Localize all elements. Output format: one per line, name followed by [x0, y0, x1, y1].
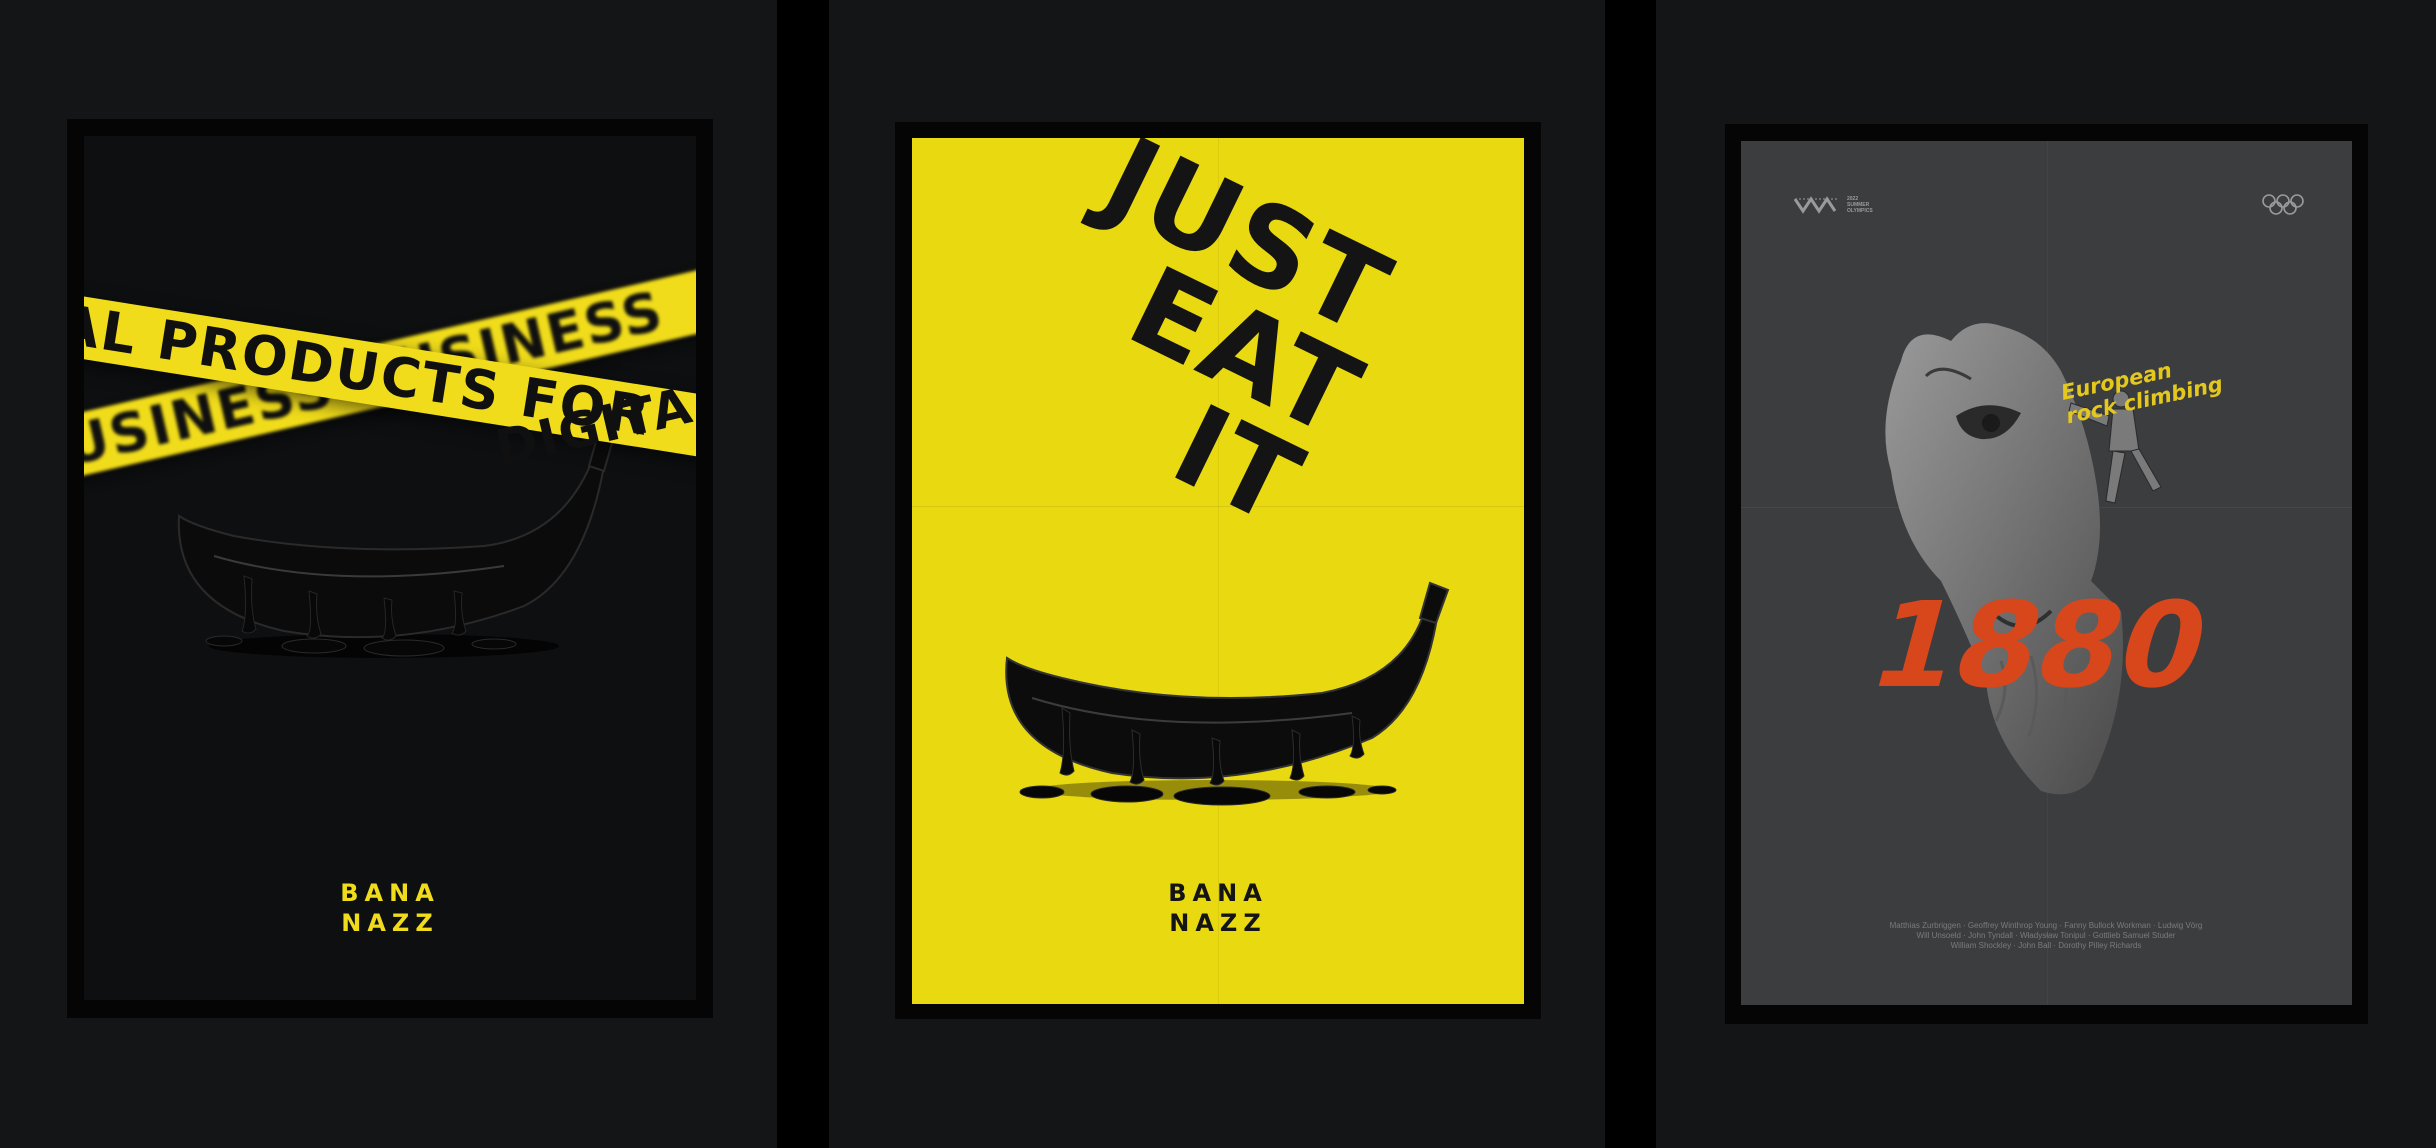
credits-line-1: Matthias Zurbriggen · Geoffrey Winthrop … — [1889, 921, 2203, 930]
logo-line-1: BANA — [1168, 879, 1268, 907]
poster-caution-tape: BUSINESS BUSINESS AL PRODUCTS FOR DIGITA… — [84, 136, 696, 1000]
poster-frame: JUST EAT IT BANA NAZZ — [895, 122, 1541, 1019]
credits: Matthias Zurbriggen · Geoffrey Winthrop … — [1801, 921, 2291, 951]
logo-line-2: NAZZ — [1169, 909, 1267, 937]
poster-panel-2: JUST EAT IT BANA NAZZ — [829, 0, 1605, 1148]
year-text: 1880 — [1857, 578, 2222, 715]
credits-line-3: William Shockley · John Ball · Dorothy P… — [1950, 941, 2142, 950]
black-banana-illustration — [177, 429, 616, 658]
poster-panel-3: 2022 SUMMER OLYMPICS 1880 European rock … — [1656, 0, 2436, 1148]
bananazz-logo: BANA NAZZ — [320, 878, 460, 938]
bananazz-logo: BANA NAZZ — [1148, 878, 1288, 938]
poster-just-eat-it: JUST EAT IT BANA NAZZ — [912, 138, 1524, 1004]
credits-line-2: Will Unsoeld · John Tyndall · Władysław … — [1916, 931, 2176, 940]
poster-rock-climbing: 2022 SUMMER OLYMPICS 1880 European rock … — [1741, 141, 2352, 1005]
poster-panel-1: BUSINESS BUSINESS AL PRODUCTS FOR DIGITA… — [0, 0, 777, 1148]
logo-line-2: NAZZ — [341, 909, 439, 937]
black-banana-illustration — [1005, 581, 1450, 806]
logo-line-1: BANA — [340, 879, 440, 907]
poster-frame: 2022 SUMMER OLYMPICS 1880 European rock … — [1725, 124, 2368, 1024]
statue-head-illustration: 1880 European rock climbing — [1857, 323, 2225, 795]
poster-frame: BUSINESS BUSINESS AL PRODUCTS FOR DIGITA… — [67, 119, 713, 1018]
